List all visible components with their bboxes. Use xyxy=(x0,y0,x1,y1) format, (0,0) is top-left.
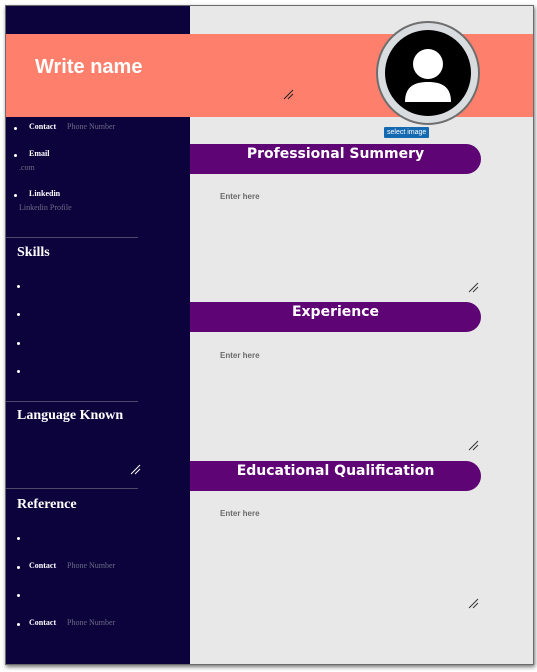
section-title: Experience xyxy=(291,304,380,320)
section-header-summary: Professional Summery xyxy=(190,144,481,174)
skill-item[interactable] xyxy=(17,313,20,316)
avatar-icon xyxy=(385,30,471,116)
contact-label: Contact xyxy=(29,122,57,131)
reference-item[interactable] xyxy=(17,537,20,540)
section-title: Educational Qualification xyxy=(236,463,435,479)
reference-phone-input[interactable]: Phone Number xyxy=(67,618,115,627)
reference-phone-input[interactable]: Phone Number xyxy=(67,561,115,570)
skill-item[interactable] xyxy=(17,342,20,345)
resize-handle-icon[interactable] xyxy=(130,464,141,475)
profile-photo[interactable] xyxy=(376,21,480,125)
section-header-experience: Experience xyxy=(190,302,481,332)
reference-contact-label: Contact xyxy=(29,618,57,627)
divider xyxy=(6,401,138,402)
linkedin-label: Linkedin xyxy=(29,189,61,198)
reference-contact-label: Contact xyxy=(29,561,57,570)
bullet xyxy=(17,623,20,626)
resize-handle-icon[interactable] xyxy=(283,89,294,100)
bullet xyxy=(17,566,20,569)
resize-handle-icon[interactable] xyxy=(468,598,479,609)
divider xyxy=(6,488,138,489)
education-input[interactable]: Enter here xyxy=(220,509,260,518)
skill-item[interactable] xyxy=(17,370,20,373)
bullet xyxy=(14,127,17,130)
email-input[interactable]: .com xyxy=(19,163,35,172)
bullet xyxy=(14,194,17,197)
select-image-button[interactable]: select image xyxy=(384,127,430,138)
email-label: Email xyxy=(29,149,50,158)
language-heading: Language Known xyxy=(17,408,124,423)
name-input[interactable]: Write name xyxy=(35,56,142,79)
linkedin-input[interactable]: Linkedin Profile xyxy=(19,203,72,212)
divider xyxy=(6,237,138,238)
resume-page: Contact Phone Number Email .com Linkedin… xyxy=(5,5,534,665)
reference-heading: Reference xyxy=(17,497,77,512)
phone-number-input[interactable]: Phone Number xyxy=(67,122,115,131)
skills-heading: Skills xyxy=(17,245,50,260)
bullet xyxy=(14,154,17,157)
section-header-education: Educational Qualification xyxy=(190,461,481,491)
reference-item[interactable] xyxy=(17,594,20,597)
section-title: Professional Summery xyxy=(246,146,425,162)
skill-item[interactable] xyxy=(17,285,20,288)
resize-handle-icon[interactable] xyxy=(468,440,479,451)
experience-input[interactable]: Enter here xyxy=(220,351,260,360)
summary-input[interactable]: Enter here xyxy=(220,192,260,201)
resize-handle-icon[interactable] xyxy=(468,282,479,293)
